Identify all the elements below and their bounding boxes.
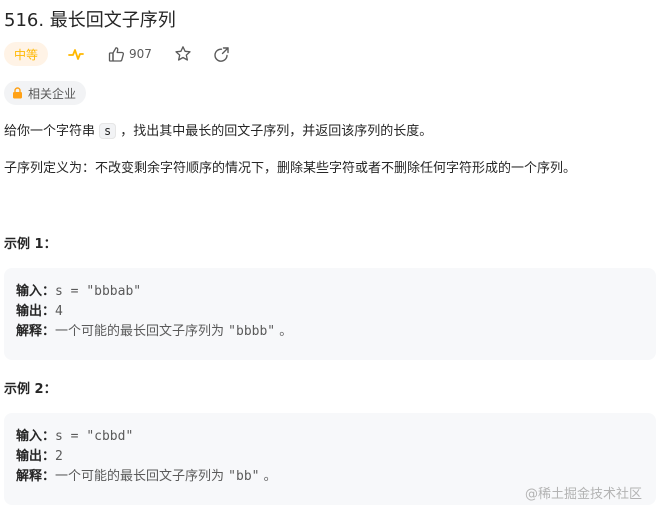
share-icon[interactable] — [213, 46, 230, 63]
example-1-title: 示例 1： — [4, 237, 57, 252]
problem-description-page: 516. 最长回文子序列 中等 907 相关企业 给你一个字符串 s ，找出其中… — [0, 0, 656, 518]
problem-title: 516. 最长回文子序列 — [4, 10, 176, 31]
description-line-1: 给你一个字符串 s ，找出其中最长的回文子序列，并返回该序列的长度。 — [4, 123, 433, 139]
example-1-input: 输入：s = "bbbab" — [16, 284, 142, 299]
lock-icon — [12, 87, 23, 99]
example-2-output: 输出：2 — [16, 449, 63, 464]
like-count: 907 — [129, 47, 152, 61]
like-button[interactable]: 907 — [108, 46, 152, 63]
difficulty-badge: 中等 — [4, 42, 49, 66]
example-2-input: 输入：s = "cbbd" — [16, 429, 134, 444]
example-1-explanation: 解释：一个可能的最长回文子序列为 "bbbb" 。 — [16, 324, 293, 339]
activity-icon[interactable] — [68, 46, 84, 62]
thumbs-up-icon — [108, 46, 125, 63]
company-tag-button[interactable]: 相关企业 — [4, 81, 87, 105]
star-icon[interactable] — [174, 45, 192, 63]
company-tag-label: 相关企业 — [28, 86, 77, 101]
example-1-output: 输出：4 — [16, 304, 63, 319]
inline-code-s: s — [99, 123, 117, 139]
description-line-2: 子序列定义为：不改变剩余字符顺序的情况下，删除某些字符或者不删除任何字符形成的一… — [4, 161, 577, 176]
watermark: @稀土掘金技术社区 — [524, 487, 642, 502]
problem-toolbar: 中等 907 — [4, 40, 230, 68]
example-2-title: 示例 2： — [4, 382, 57, 397]
example-1-box: 输入：s = "bbbab" 输出：4 解释：一个可能的最长回文子序列为 "bb… — [4, 268, 656, 360]
